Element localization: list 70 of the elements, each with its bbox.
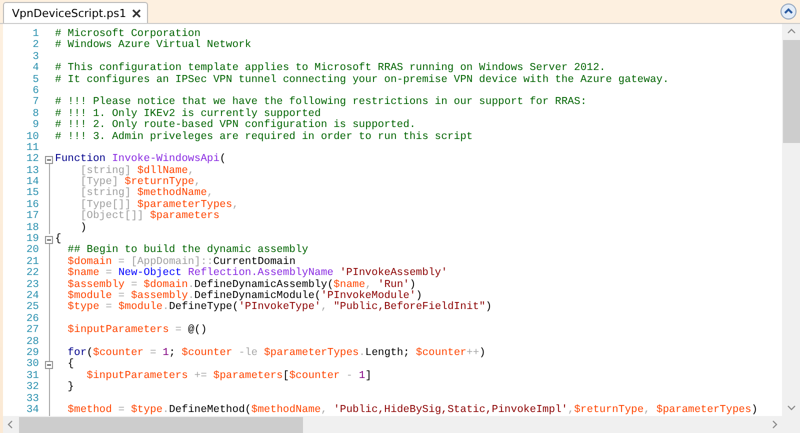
scrollbar-thumb[interactable] bbox=[19, 416, 303, 432]
line-number: 24 bbox=[25, 290, 39, 302]
line-number: 19 bbox=[25, 234, 39, 246]
line-number: 31 bbox=[25, 370, 39, 382]
code-line: $module = $assembly.DefineDynamicModule('PInvokeModule') bbox=[66, 290, 422, 302]
code-line: # Windows Azure Virtual Network bbox=[55, 40, 252, 52]
code-line: # Microsoft Corporation bbox=[55, 29, 201, 40]
line-number: 22 bbox=[25, 268, 39, 280]
code-line: } bbox=[66, 382, 74, 394]
line-number: 17 bbox=[25, 211, 39, 223]
line-number: 15 bbox=[25, 188, 39, 200]
code-line: # !!! 1. Only IKEv2 is currently supported bbox=[55, 108, 321, 120]
code-line: # !!! Please notice that we have the following restrictions in our support for RRAS: bbox=[55, 97, 587, 108]
line-number: 7 bbox=[32, 97, 39, 109]
line-number: 2 bbox=[32, 40, 39, 52]
line-number: 20 bbox=[25, 245, 39, 257]
collapse-icon[interactable] bbox=[45, 156, 53, 164]
line-number: 8 bbox=[32, 108, 39, 120]
code-line: # !!! 2. Only route-based VPN configuration is supported. bbox=[55, 120, 416, 132]
scrollbar-thumb[interactable] bbox=[782, 40, 800, 143]
code-line: $domain = [AppDomain]::CurrentDomain bbox=[66, 256, 296, 268]
line-number: 29 bbox=[25, 348, 39, 359]
editor-tab[interactable]: VpnDeviceScript.ps1 bbox=[3, 2, 148, 23]
code-line: for($counter = 1; $counter -le $parameterTypes.Length; $counter++) bbox=[66, 348, 486, 359]
code-line: $assembly = $domain.DefineDynamicAssembly($name, 'Run') bbox=[66, 280, 416, 291]
code-line: [string] $dllName, bbox=[79, 166, 194, 177]
line-number: 28 bbox=[25, 336, 39, 348]
code-line: { bbox=[66, 359, 74, 371]
code-line: ## Begin to build the dynamic assembly bbox=[66, 245, 308, 256]
code-line: # This configuration template applies to Microsoft RRAS running on Windows Server 2012. bbox=[55, 63, 606, 74]
line-number: 27 bbox=[25, 325, 39, 337]
code-line: [Type[]] $parameterTypes, bbox=[79, 200, 239, 211]
line-number: 9 bbox=[32, 120, 39, 132]
line-number: 6 bbox=[32, 86, 39, 97]
code-line: [Object[]] $parameters bbox=[79, 211, 220, 222]
code-line: Function Invoke-WindowsApi( bbox=[55, 154, 226, 166]
line-number: 1 bbox=[32, 29, 39, 40]
line-number: 33 bbox=[25, 394, 39, 405]
line-number: 13 bbox=[25, 166, 39, 177]
code-line: # !!! 3. Admin priveleges are required in order to run this script bbox=[55, 132, 473, 143]
line-number: 32 bbox=[25, 382, 39, 394]
code-line: # It configures an IPSec VPN tunnel connecting your on-premise VPN device with the Azure gateway. bbox=[55, 74, 669, 86]
line-number: 3 bbox=[32, 52, 39, 63]
code-line: $type = $module.DefineType('PInvokeType', "Public,BeforeFieldInit") bbox=[66, 302, 492, 314]
code-line: { bbox=[55, 234, 62, 246]
code-line: $method = $type.DefineMethod($methodName, 'Public,HideBySig,Static,PinvokeImpl',$returnType, $parameterTypes) bbox=[66, 404, 758, 416]
close-icon[interactable] bbox=[132, 8, 142, 18]
line-number: 18 bbox=[25, 222, 39, 234]
line-number: 14 bbox=[25, 177, 39, 188]
code-line: [Type] $returnType, bbox=[79, 177, 201, 188]
collapse-icon[interactable] bbox=[45, 361, 53, 370]
code-line: $name = New-Object Reflection.AssemblyName 'PInvokeAssembly' bbox=[66, 268, 448, 280]
line-number: 30 bbox=[25, 359, 39, 371]
code-line: [string] $methodName, bbox=[79, 188, 214, 200]
chevron-up-icon[interactable] bbox=[780, 3, 797, 20]
line-number: 21 bbox=[25, 256, 39, 268]
line-number: 16 bbox=[25, 200, 39, 211]
line-number: 34 bbox=[25, 404, 39, 416]
code-line: $inputParameters = @() bbox=[66, 325, 207, 337]
code-line: $inputParameters += $parameters[$counter - 1] bbox=[86, 370, 372, 382]
line-number: 4 bbox=[32, 63, 39, 75]
line-number: 23 bbox=[25, 280, 39, 291]
line-number: 5 bbox=[32, 74, 39, 86]
line-number: 10 bbox=[25, 132, 39, 143]
collapse-icon[interactable] bbox=[45, 236, 53, 244]
line-number: 26 bbox=[25, 314, 39, 325]
line-number: 25 bbox=[25, 302, 39, 314]
code-line: ) bbox=[79, 222, 87, 234]
line-number: 11 bbox=[25, 142, 39, 154]
line-number: 12 bbox=[25, 154, 39, 166]
